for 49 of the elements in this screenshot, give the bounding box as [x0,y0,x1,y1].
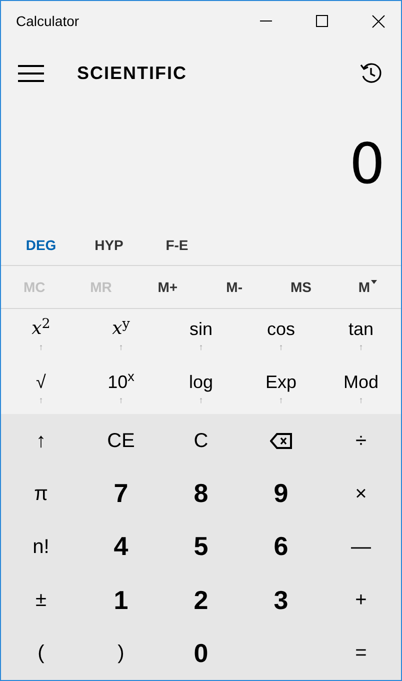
keypad-key[interactable]: n! [1,520,81,574]
mode-button[interactable]: HYP [75,225,143,265]
minimize-icon [260,20,272,22]
keypad-key[interactable]: + [321,574,401,627]
function-key[interactable]: √ ↑ [1,362,81,414]
close-icon [372,14,384,28]
keypad-key[interactable]: 8 [161,467,241,520]
keypad-key[interactable]: 6 [241,520,321,574]
function-key[interactable]: x$^{y}$ ↑ [81,309,161,362]
keypad-key[interactable]: ↑ [1,414,81,468]
display-value: 0 [349,137,385,193]
keypad-key[interactable]: — [321,520,401,574]
function-key[interactable]: 10$^{x}$ ↑ [81,362,161,414]
memory-button[interactable]: M- [200,266,268,308]
function-key[interactable]: Mod ↑ [321,362,401,414]
function-key[interactable]: x$^{2}$ ↑ [1,309,81,362]
keypad-key[interactable]: 4 [81,520,161,574]
keypad-key[interactable]: 2 [161,574,241,627]
function-key[interactable]: cos ↑ [241,309,321,362]
function-key[interactable]: sin ↑ [161,309,241,362]
function-key[interactable]: Exp ↑ [241,362,321,414]
backspace-icon [270,432,292,449]
memory-button[interactable]: MS [268,266,334,308]
maximize-icon [316,15,328,27]
keypad-key[interactable]: ) [81,626,161,680]
keypad-key[interactable]: ± [1,574,81,627]
keypad-key[interactable]: C [161,414,241,468]
keypad-key[interactable]: 7 [81,467,161,520]
mode-button[interactable]: DEG [7,225,75,265]
keypad-key[interactable]: ÷ [321,414,401,468]
mode-title: SCIENTIFIC [77,62,188,84]
memory-button[interactable]: M+ [134,266,201,308]
keypad-key[interactable]: 1 [81,574,161,627]
window-title: Calculator [15,12,80,30]
keypad-key[interactable]: ( [1,626,81,680]
function-key[interactable]: tan ↑ [321,309,401,362]
keypad-key[interactable]: 0 [161,626,241,680]
mode-button[interactable]: F-E [143,225,211,265]
keypad-key[interactable]: CE [81,414,161,468]
keypad-key[interactable]: 9 [241,467,321,520]
memory-button[interactable]: M [334,266,401,308]
keypad-key[interactable]: π [1,467,81,520]
keypad-key[interactable]: × [321,467,401,520]
function-key[interactable]: log ↑ [161,362,241,414]
keypad-key[interactable]: 3 [241,574,321,627]
keypad-key[interactable]: = [321,626,401,680]
history-icon [360,62,382,84]
keypad-key[interactable]: 5 [161,520,241,574]
menu-icon [18,64,44,82]
